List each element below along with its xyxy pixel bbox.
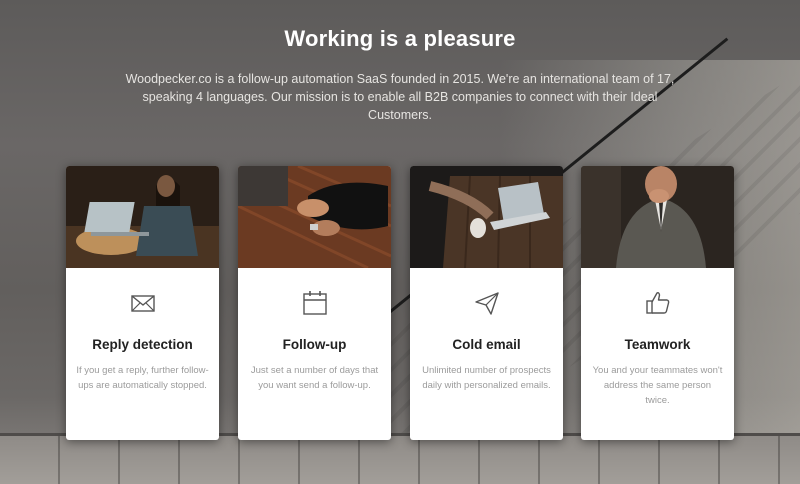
floor	[0, 436, 800, 484]
card-photo-laptop-coffee	[410, 166, 563, 268]
feature-title: Teamwork	[624, 337, 691, 352]
feature-description: If you get a reply, further follow-ups a…	[76, 365, 209, 391]
feature-description: You and your teammates won't address the…	[592, 365, 723, 406]
feature-card-cold-email: Cold email Unlimited number of prospects…	[410, 166, 563, 440]
feature-title: Follow-up	[282, 337, 347, 352]
feature-description: Unlimited number of prospects daily with…	[422, 365, 551, 391]
envelope-icon	[130, 295, 155, 312]
card-photo-laptop-woman	[66, 166, 219, 268]
thumbs-up-icon	[645, 292, 669, 314]
card-photo-businessman	[581, 166, 734, 268]
paper-plane-icon	[474, 292, 499, 315]
feature-card-teamwork: Teamwork You and your teammates won't ad…	[581, 166, 734, 440]
calendar-icon	[302, 291, 327, 315]
feature-title: Reply detection	[92, 337, 193, 352]
card-photo-hands-desk	[238, 166, 391, 268]
feature-card-follow-up: Follow-up Just set a number of days that…	[238, 166, 391, 440]
page-title: Working is a pleasure	[284, 26, 516, 51]
feature-title: Cold email	[452, 337, 521, 352]
page-subtitle: Woodpecker.co is a follow-up automation …	[125, 72, 675, 122]
feature-description: Just set a number of days that you want …	[250, 365, 379, 391]
feature-card-reply-detection: Reply detection If you get a reply, furt…	[66, 166, 219, 440]
